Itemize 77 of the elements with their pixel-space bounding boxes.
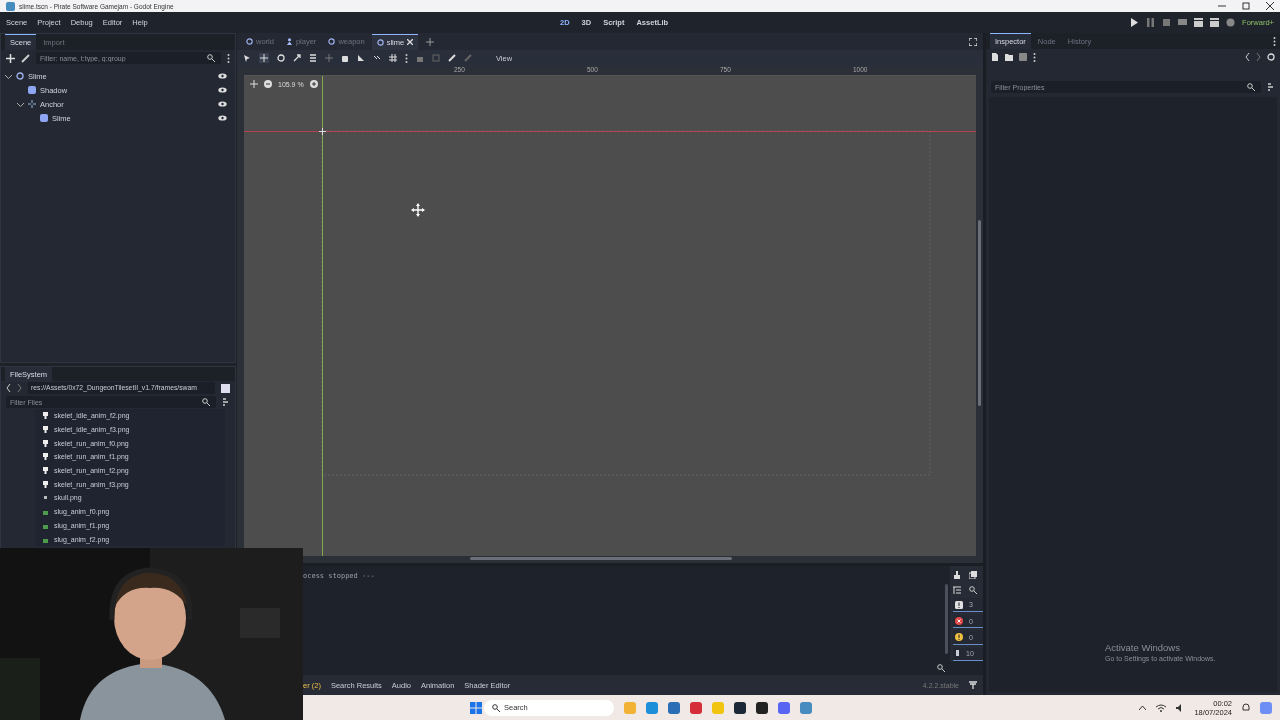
sort-icon[interactable] bbox=[222, 398, 230, 406]
new-resource-icon[interactable] bbox=[991, 53, 999, 61]
zoom-in-icon[interactable] bbox=[309, 80, 318, 89]
pin-panel-icon[interactable] bbox=[969, 681, 977, 689]
app-icon[interactable] bbox=[734, 701, 746, 714]
clapper-icon[interactable] bbox=[1194, 18, 1204, 27]
back-icon[interactable] bbox=[6, 384, 11, 392]
sprite-icon bbox=[40, 114, 48, 122]
search-icon[interactable] bbox=[969, 585, 977, 594]
history-icon[interactable] bbox=[1267, 53, 1275, 61]
skeleton-file-icon bbox=[43, 480, 48, 488]
zoom-out-icon[interactable] bbox=[264, 80, 272, 89]
move-icon[interactable] bbox=[259, 53, 269, 63]
pause-icon[interactable] bbox=[1146, 18, 1156, 27]
scrollbar-thumb[interactable] bbox=[978, 220, 981, 406]
split-toggle[interactable] bbox=[221, 383, 230, 393]
minimize-icon[interactable] bbox=[1218, 2, 1226, 10]
origin-marker bbox=[318, 127, 327, 136]
sprite-icon bbox=[28, 86, 36, 94]
scale-icon[interactable] bbox=[293, 54, 301, 62]
grid-icon[interactable] bbox=[389, 54, 397, 62]
fullscreen-icon[interactable] bbox=[969, 37, 977, 46]
node-circle-icon bbox=[16, 72, 24, 80]
folder-icon[interactable] bbox=[1005, 53, 1013, 61]
app-icon[interactable] bbox=[756, 701, 768, 714]
skeleton-file-icon bbox=[43, 453, 48, 461]
maximize-icon[interactable] bbox=[1242, 2, 1250, 10]
copy-icon[interactable] bbox=[969, 570, 977, 579]
brush-icon[interactable] bbox=[953, 570, 961, 579]
error-icon bbox=[955, 617, 963, 626]
info-icon bbox=[955, 600, 963, 609]
more-icon[interactable] bbox=[1273, 36, 1276, 46]
list-icon[interactable] bbox=[309, 54, 317, 62]
clapper-icon[interactable] bbox=[1210, 18, 1220, 27]
bell-icon[interactable] bbox=[1242, 703, 1250, 712]
eye-icon[interactable] bbox=[218, 73, 227, 79]
eye-icon[interactable] bbox=[218, 87, 227, 93]
center-view-icon[interactable] bbox=[250, 80, 258, 89]
more-icon[interactable] bbox=[1033, 52, 1036, 62]
link-icon[interactable] bbox=[21, 53, 30, 63]
scrollbar-thumb[interactable] bbox=[945, 584, 948, 654]
forward-icon[interactable] bbox=[1256, 53, 1261, 61]
forward-icon[interactable] bbox=[17, 384, 22, 392]
chevron-up-icon[interactable] bbox=[1139, 705, 1147, 710]
filter-lines-icon[interactable] bbox=[953, 585, 961, 594]
person-icon bbox=[285, 38, 293, 45]
eye-icon[interactable] bbox=[218, 115, 227, 121]
search-icon[interactable] bbox=[937, 664, 945, 672]
skeleton-file-icon bbox=[43, 412, 48, 420]
sort-icon[interactable] bbox=[1267, 83, 1275, 91]
more-icon[interactable] bbox=[405, 53, 408, 63]
ruler-icon[interactable] bbox=[357, 54, 365, 62]
select-icon[interactable] bbox=[243, 54, 251, 62]
more-icon[interactable] bbox=[227, 53, 230, 63]
app-icon bbox=[6, 1, 15, 11]
wifi-icon[interactable] bbox=[1156, 703, 1167, 712]
crosshair-icon bbox=[28, 100, 36, 108]
pin-icon bbox=[955, 649, 960, 658]
snap-icon[interactable] bbox=[373, 54, 381, 62]
activation-title: Activate Windows bbox=[1105, 642, 1181, 653]
scrollbar-thumb[interactable] bbox=[470, 557, 732, 561]
warning-icon bbox=[955, 633, 963, 642]
rotate-icon[interactable] bbox=[277, 54, 285, 62]
skeleton-file-icon bbox=[43, 439, 48, 447]
node-circle-icon bbox=[328, 38, 336, 45]
search-icon bbox=[492, 703, 500, 712]
skeleton-file-icon bbox=[43, 467, 48, 475]
close-icon[interactable] bbox=[1266, 2, 1274, 10]
stop-icon[interactable] bbox=[1162, 18, 1172, 27]
skeleton-file-icon bbox=[43, 426, 48, 434]
start-icon[interactable] bbox=[470, 701, 482, 714]
play-icon[interactable] bbox=[1130, 18, 1140, 27]
node-circle-icon bbox=[246, 38, 253, 45]
node-circle-icon bbox=[376, 38, 384, 46]
eye-icon[interactable] bbox=[218, 101, 227, 107]
move-cursor-icon bbox=[411, 203, 425, 218]
back-icon[interactable] bbox=[1245, 53, 1250, 61]
